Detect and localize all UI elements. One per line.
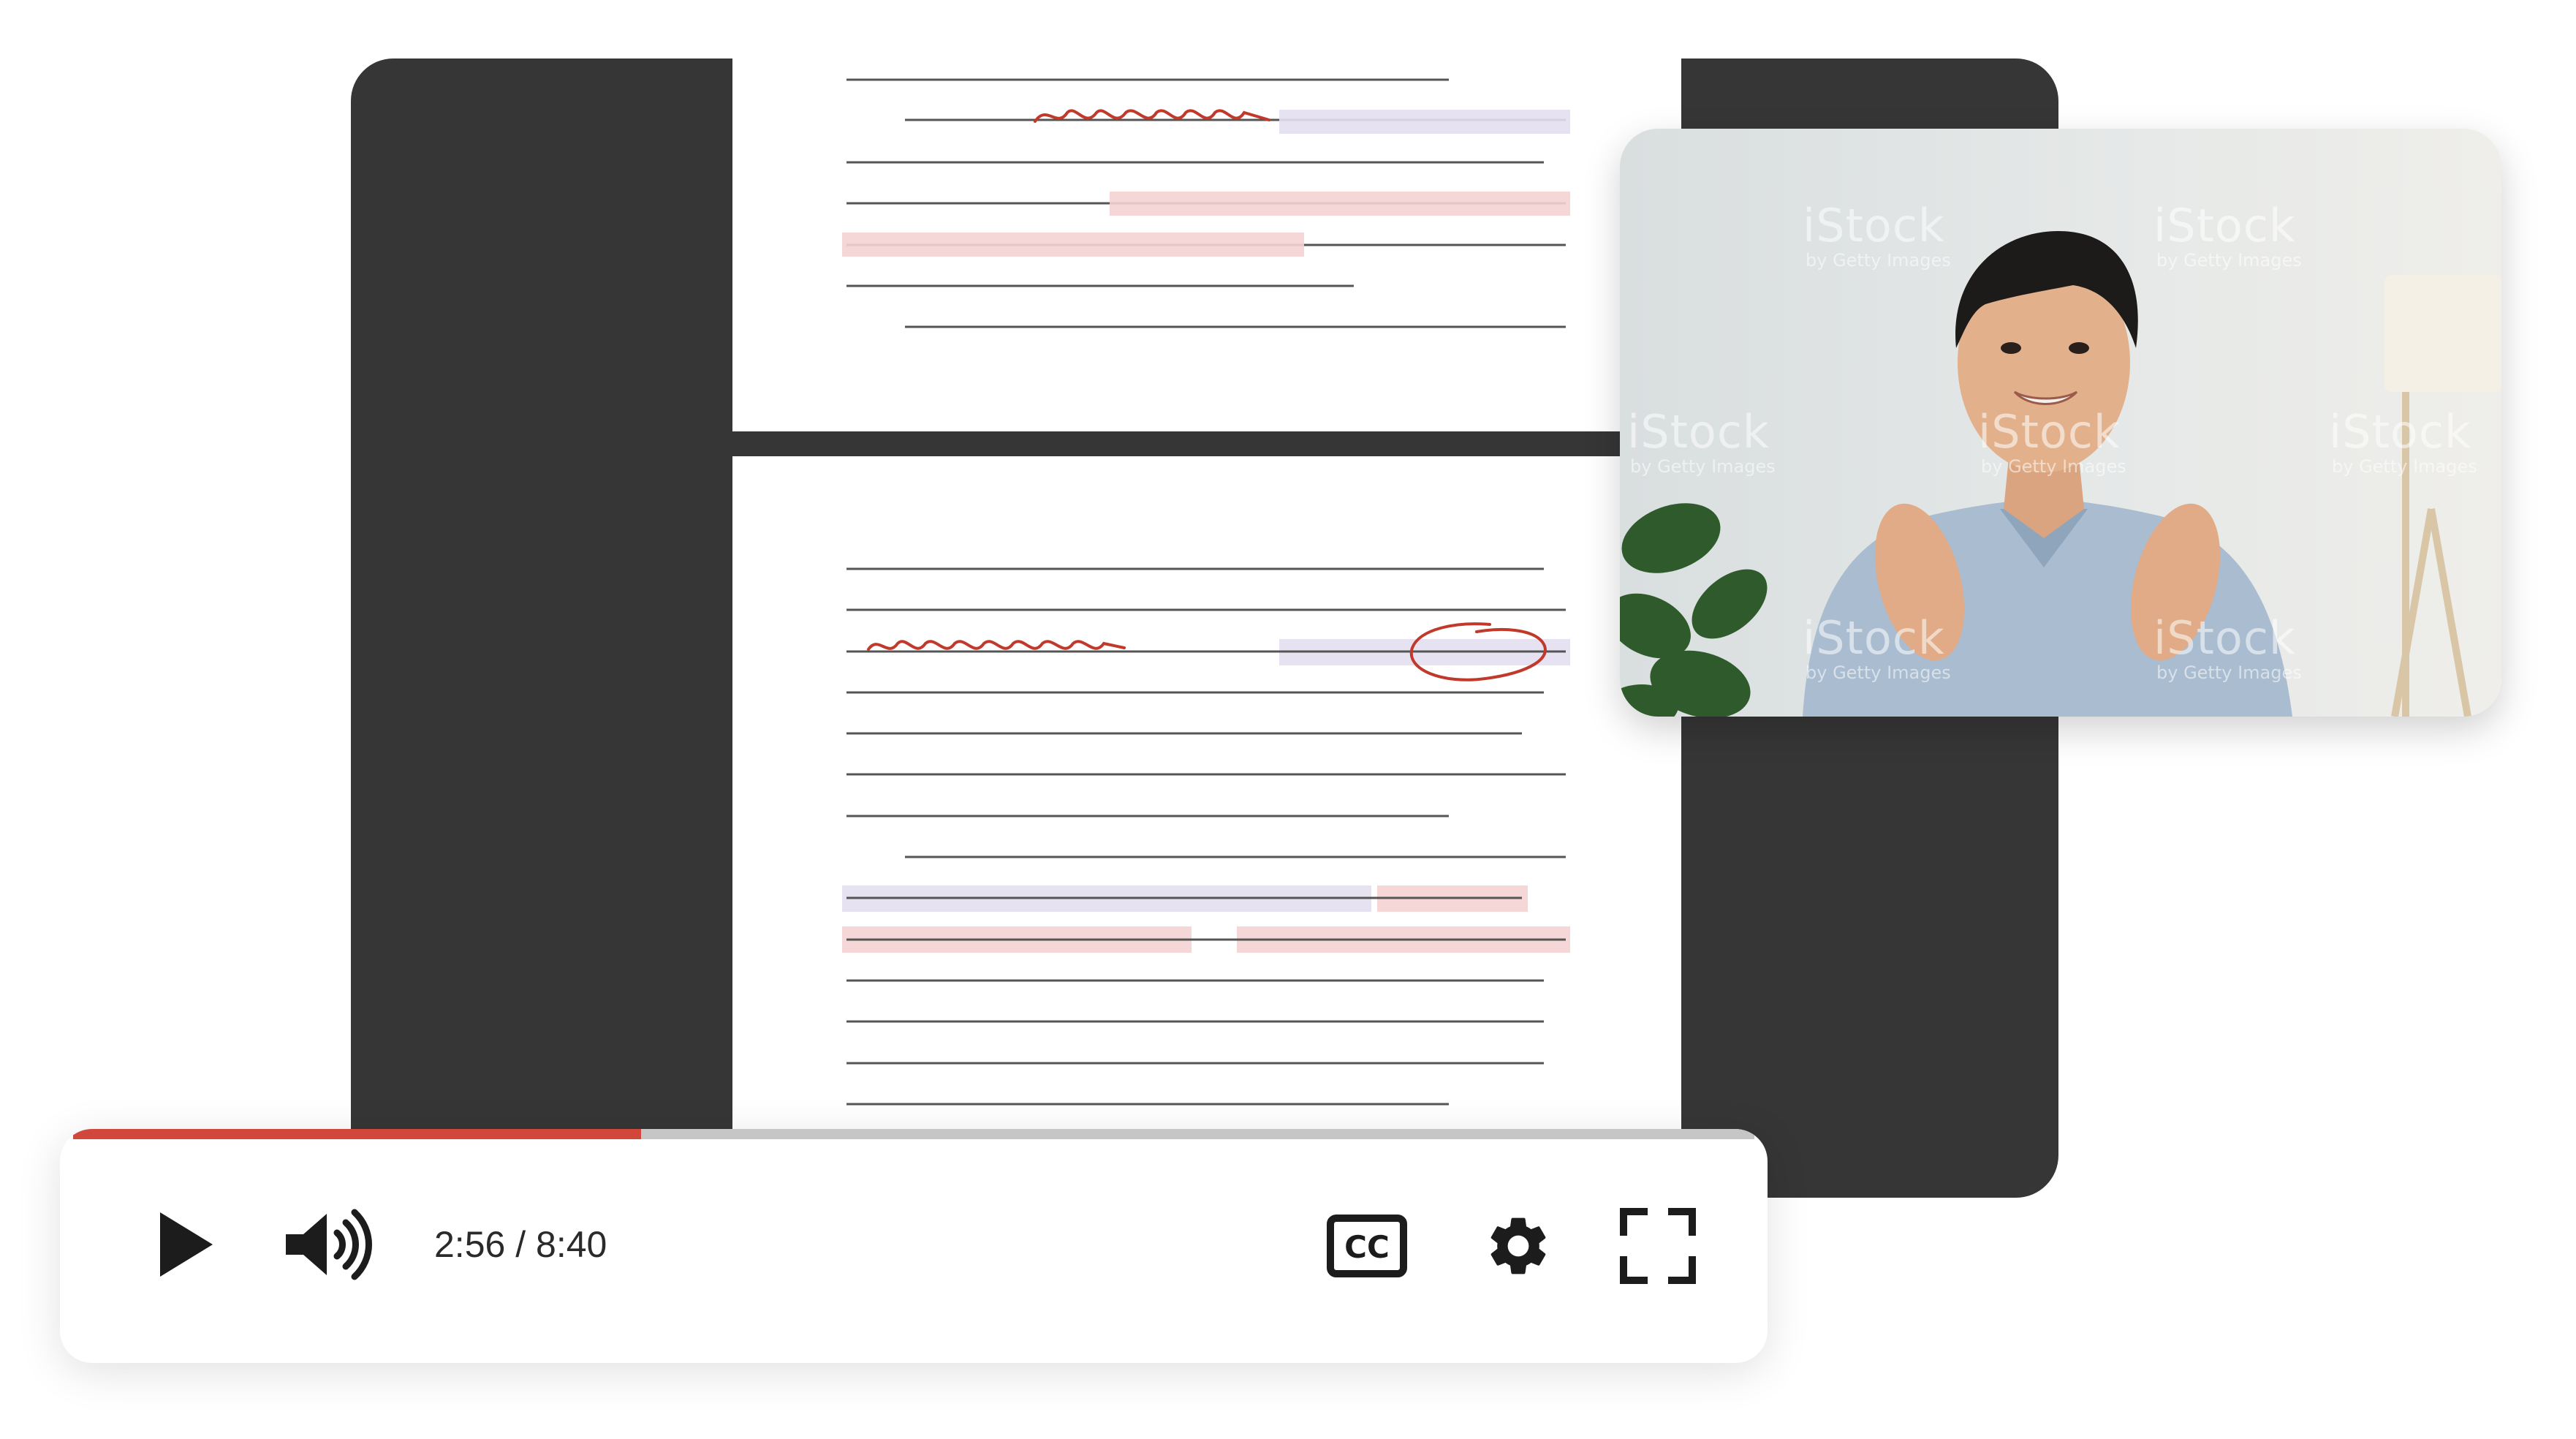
watermark: iStock by Getty Images [1627, 405, 1776, 477]
captions-button[interactable]: CC [1310, 1209, 1424, 1283]
time-separator: / [505, 1224, 537, 1265]
watermark: iStock by Getty Images [1803, 199, 1951, 271]
duration: 8:40 [536, 1224, 607, 1265]
document-page-1[interactable] [732, 58, 1681, 431]
highlight-purple [1279, 110, 1570, 134]
play-button[interactable] [146, 1208, 219, 1281]
progress-bar[interactable] [73, 1129, 1754, 1139]
watermark: iStock by Getty Images [2153, 199, 2302, 271]
svg-text:CC: CC [1344, 1229, 1390, 1265]
presenter-video-tile[interactable]: iStock by Getty Images iStock by Getty I… [1620, 129, 2501, 717]
progress-bar-fill [73, 1129, 642, 1139]
video-player-controls: 2:56 / 8:40 CC [60, 1129, 1768, 1363]
watermark: iStock by Getty Images [1803, 611, 1951, 684]
volume-button[interactable] [279, 1208, 374, 1281]
document-page-2[interactable] [732, 456, 1681, 1198]
fullscreen-button[interactable] [1614, 1202, 1702, 1290]
watermark: iStock by Getty Images [2153, 611, 2302, 684]
highlight-red [1110, 192, 1570, 216]
current-time: 2:56 [434, 1224, 506, 1265]
ink-scribble [867, 640, 1126, 651]
watermark: iStock by Getty Images [1978, 405, 2126, 477]
time-display: 2:56 / 8:40 [434, 1221, 607, 1268]
gear-icon [1490, 1217, 1546, 1274]
fullscreen-icon [1620, 1208, 1696, 1284]
closed-captions-icon: CC [1327, 1215, 1407, 1277]
settings-button[interactable] [1478, 1209, 1558, 1283]
highlight-red [842, 233, 1304, 257]
watermark: iStock by Getty Images [2329, 405, 2477, 477]
volume-icon [286, 1209, 372, 1280]
play-icon [160, 1212, 213, 1277]
